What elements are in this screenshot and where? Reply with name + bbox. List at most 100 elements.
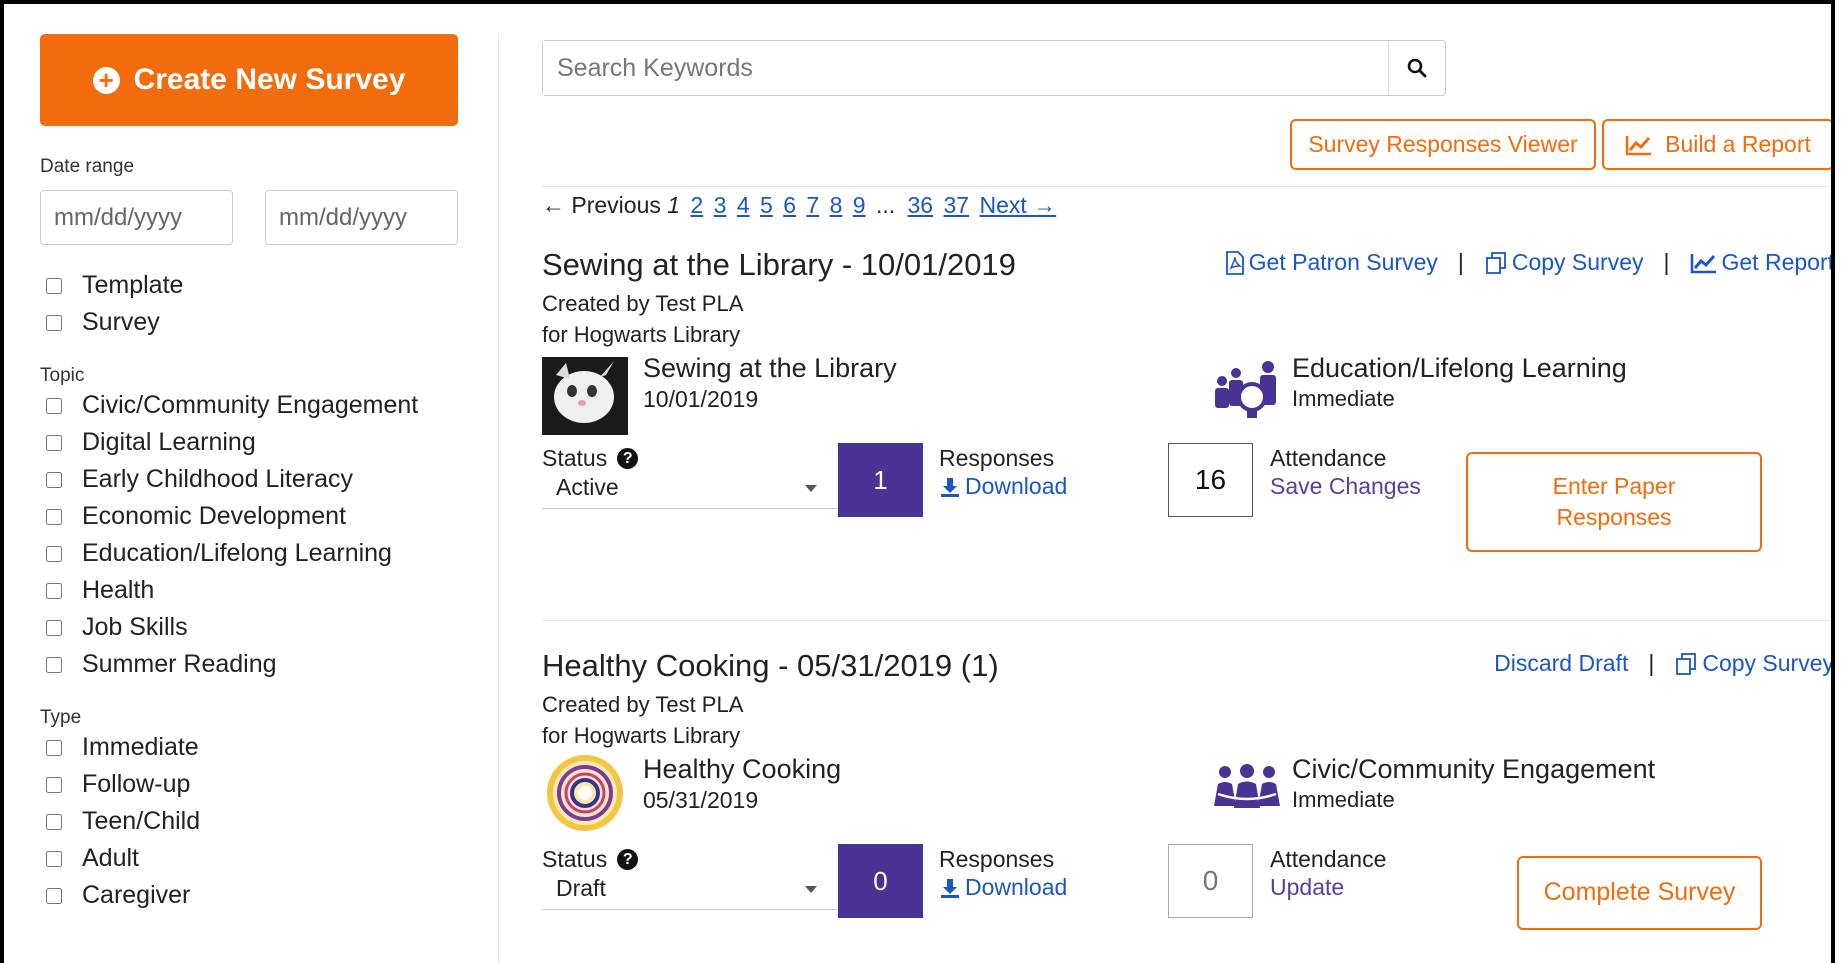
build-report-button[interactable]: Build a Report: [1602, 119, 1831, 170]
pagination: ← Previous 1 2 3 4 5 6 7 8 9 ... 36 37 N…: [542, 192, 1060, 219]
help-icon[interactable]: ?: [617, 448, 639, 469]
discard-draft-label: Discard Draft: [1494, 650, 1629, 676]
survey-responses-viewer-button[interactable]: Survey Responses Viewer: [1290, 119, 1596, 170]
pagination-page-link[interactable]: 7: [806, 192, 819, 218]
survey-topic: Education/Lifelong Learning: [1292, 353, 1627, 383]
pagination-page-link[interactable]: 4: [737, 192, 750, 218]
filter-type-follow-up[interactable]: Follow-up: [40, 766, 460, 803]
download-link[interactable]: Download: [939, 874, 1067, 901]
filter-topic-label: Job Skills: [82, 613, 188, 641]
pdf-file-icon: [1225, 250, 1244, 275]
survey-library: for Hogwarts Library: [542, 723, 741, 748]
pagination-page-link[interactable]: 2: [690, 192, 703, 218]
date-to-input[interactable]: [265, 190, 458, 245]
create-new-survey-button[interactable]: + Create New Survey: [40, 34, 458, 126]
get-patron-survey-link[interactable]: Get Patron Survey: [1225, 249, 1438, 276]
survey-item-date: 05/31/2019: [643, 787, 759, 813]
filter-survey-checkbox[interactable]: [46, 314, 62, 331]
filter-survey[interactable]: Survey: [40, 304, 460, 341]
help-icon[interactable]: ?: [617, 849, 639, 870]
filter-topic-checkbox[interactable]: [46, 545, 62, 562]
filter-topic-early-childhood[interactable]: Early Childhood Literacy: [40, 461, 460, 498]
filter-type-checkbox[interactable]: [46, 813, 62, 830]
survey-card: Sewing at the Library - 10/01/2019 Creat…: [542, 247, 1834, 627]
date-from-input[interactable]: [40, 190, 233, 245]
pagination-page-link[interactable]: 5: [760, 192, 773, 218]
survey-card: Healthy Cooking - 05/31/2019 (1) Created…: [542, 648, 1834, 963]
pagination-page-link[interactable]: 36: [908, 192, 934, 218]
pagination-previous[interactable]: ← Previous: [542, 192, 661, 218]
copy-survey-link[interactable]: Copy Survey: [1674, 650, 1834, 677]
survey-actions: Discard Draft | Copy Survey: [1494, 650, 1834, 677]
filter-topic-summer-reading[interactable]: Summer Reading: [40, 646, 460, 683]
filter-template-checkbox[interactable]: [46, 277, 62, 294]
download-link[interactable]: Download: [939, 473, 1067, 500]
survey-item-date: 10/01/2019: [643, 386, 759, 412]
pagination-page-link[interactable]: 3: [714, 192, 727, 218]
filter-topic-checkbox[interactable]: [46, 508, 62, 525]
copy-survey-link[interactable]: Copy Survey: [1484, 249, 1644, 276]
get-patron-survey-label: Get Patron Survey: [1248, 249, 1438, 275]
enter-paper-responses-button[interactable]: Enter Paper Responses: [1466, 452, 1762, 552]
enter-paper-responses-label: Enter Paper Responses: [1552, 472, 1676, 530]
filter-topic-education[interactable]: Education/Lifelong Learning: [40, 535, 460, 572]
education-topic-icon: [1215, 361, 1276, 418]
filter-topic-checkbox[interactable]: [46, 619, 62, 636]
search-input[interactable]: [543, 41, 1389, 95]
copy-icon: [1676, 652, 1697, 675]
survey-thumbnail-image: [547, 755, 623, 831]
status-select[interactable]: Draft: [542, 868, 837, 910]
complete-survey-button[interactable]: Complete Survey: [1517, 856, 1762, 930]
filter-type-immediate[interactable]: Immediate: [40, 729, 460, 766]
filter-type-adult[interactable]: Adult: [40, 840, 460, 877]
discard-draft-link[interactable]: Discard Draft: [1494, 650, 1628, 677]
filter-type-checkbox[interactable]: [46, 850, 62, 867]
pagination-page-link[interactable]: 37: [944, 192, 970, 218]
survey-created-by: Created by Test PLA: [542, 291, 744, 316]
status-select[interactable]: Active: [542, 467, 837, 509]
topic-filter-group: Civic/Community Engagement Digital Learn…: [40, 387, 460, 683]
attendance-input[interactable]: [1168, 844, 1253, 918]
download-icon: [941, 477, 959, 497]
filter-topic-health[interactable]: Health: [40, 572, 460, 609]
filter-type-teen-child[interactable]: Teen/Child: [40, 803, 460, 840]
get-report-label: Get Report: [1721, 249, 1834, 275]
filter-topic-economic[interactable]: Economic Development: [40, 498, 460, 535]
complete-survey-label: Complete Survey: [1543, 878, 1736, 907]
filter-topic-digital[interactable]: Digital Learning: [40, 424, 460, 461]
pagination-page-link[interactable]: 8: [830, 192, 843, 218]
attendance-input[interactable]: [1168, 443, 1253, 517]
filter-type-caregiver[interactable]: Caregiver: [40, 877, 460, 914]
survey-title: Sewing at the Library - 10/01/2019: [542, 247, 1016, 282]
status-select-value: Active: [556, 474, 619, 500]
filter-topic-label: Digital Learning: [82, 428, 256, 456]
filter-template[interactable]: Template: [40, 267, 460, 304]
pagination-page-link[interactable]: 9: [853, 192, 866, 218]
update-attendance-link[interactable]: Update: [1270, 874, 1344, 901]
filter-topic-civic[interactable]: Civic/Community Engagement: [40, 387, 460, 424]
community-topic-icon: [1214, 764, 1280, 808]
search-button[interactable]: [1389, 41, 1445, 95]
pagination-page-link[interactable]: 6: [783, 192, 796, 218]
filter-type-checkbox[interactable]: [46, 776, 62, 793]
filter-topic-job-skills[interactable]: Job Skills: [40, 609, 460, 646]
copy-survey-label: Copy Survey: [1702, 650, 1834, 676]
action-separator: |: [1457, 249, 1464, 275]
filter-type-checkbox[interactable]: [46, 739, 62, 756]
filter-topic-checkbox[interactable]: [46, 656, 62, 673]
filter-topic-label: Early Childhood Literacy: [82, 465, 353, 493]
filter-topic-checkbox[interactable]: [46, 434, 62, 451]
type-label: Type: [40, 707, 82, 728]
get-report-link[interactable]: Get Report: [1690, 249, 1834, 276]
filter-type-checkbox[interactable]: [46, 887, 62, 904]
date-range-label: Date range: [40, 156, 135, 177]
filter-topic-checkbox[interactable]: [46, 471, 62, 488]
action-separator: |: [1648, 650, 1655, 676]
pagination-next[interactable]: Next →: [979, 192, 1056, 218]
filter-topic-label: Economic Development: [82, 502, 347, 530]
save-changes-link[interactable]: Save Changes: [1270, 473, 1421, 500]
filter-topic-checkbox[interactable]: [46, 582, 62, 599]
date-range-row: [40, 190, 460, 245]
action-separator: |: [1663, 249, 1670, 275]
filter-topic-checkbox[interactable]: [46, 397, 62, 414]
